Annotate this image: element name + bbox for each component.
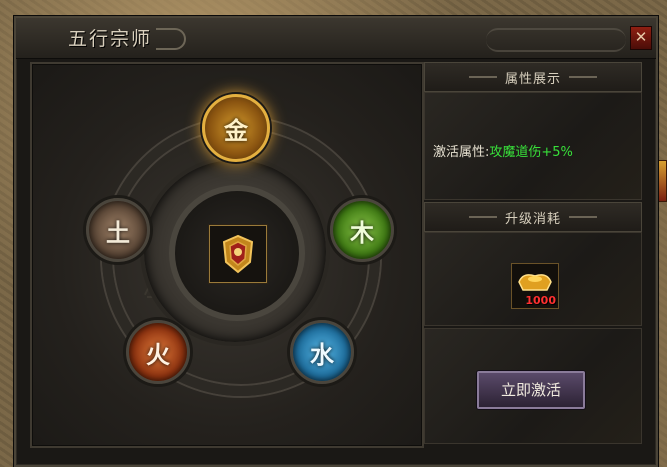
five-elements-window: 五行宗师 ✕ 金 土 木 火 水 属性展示 激活属性:攻魔道伤+5% 升级消耗 … [14,16,658,467]
header-ornament [569,216,597,218]
upgrade-cost-header-label: 升级消耗 [504,211,561,227]
action-section: 立即激活 [424,328,642,444]
gold-ingot-icon [518,274,552,291]
title-ornament [156,28,186,50]
upgrade-cost-section: 1000 [424,232,642,326]
upgrade-cost-header: 升级消耗 [424,202,642,232]
cost-item-slot[interactable]: 1000 [511,263,559,309]
attribute-label: 激活属性: [433,145,490,160]
elements-wheel-panel: 金 土 木 火 水 [30,62,424,448]
metal-element-orb[interactable]: 金 [202,94,270,162]
title-bar: 五行宗师 ✕ [16,18,656,59]
window-title: 五行宗师 [68,28,153,50]
earth-element-orb[interactable]: 土 [86,198,150,262]
info-panel: 属性展示 激活属性:攻魔道伤+5% 升级消耗 1000 立即激活 [424,62,642,444]
item-count: 1000 [525,294,556,307]
fire-element-orb[interactable]: 火 [126,320,190,384]
header-ornament [468,76,497,78]
attribute-value: 攻魔道伤+5% [489,145,573,160]
attribute-line: 激活属性:攻魔道伤+5% [433,141,573,160]
attributes-header: 属性展示 [424,62,642,92]
attributes-section: 激活属性:攻魔道伤+5% [424,92,642,200]
header-ornament [569,76,597,78]
golden-armor-icon [222,234,254,274]
activate-button[interactable]: 立即激活 [477,371,585,409]
wood-element-orb[interactable]: 木 [330,198,394,262]
water-element-orb[interactable]: 水 [290,320,354,384]
header-ornament [468,216,497,218]
close-button[interactable]: ✕ [630,26,652,50]
center-item-slot[interactable] [209,225,267,283]
attributes-header-label: 属性展示 [504,71,561,87]
dragon-ornament [486,28,626,52]
